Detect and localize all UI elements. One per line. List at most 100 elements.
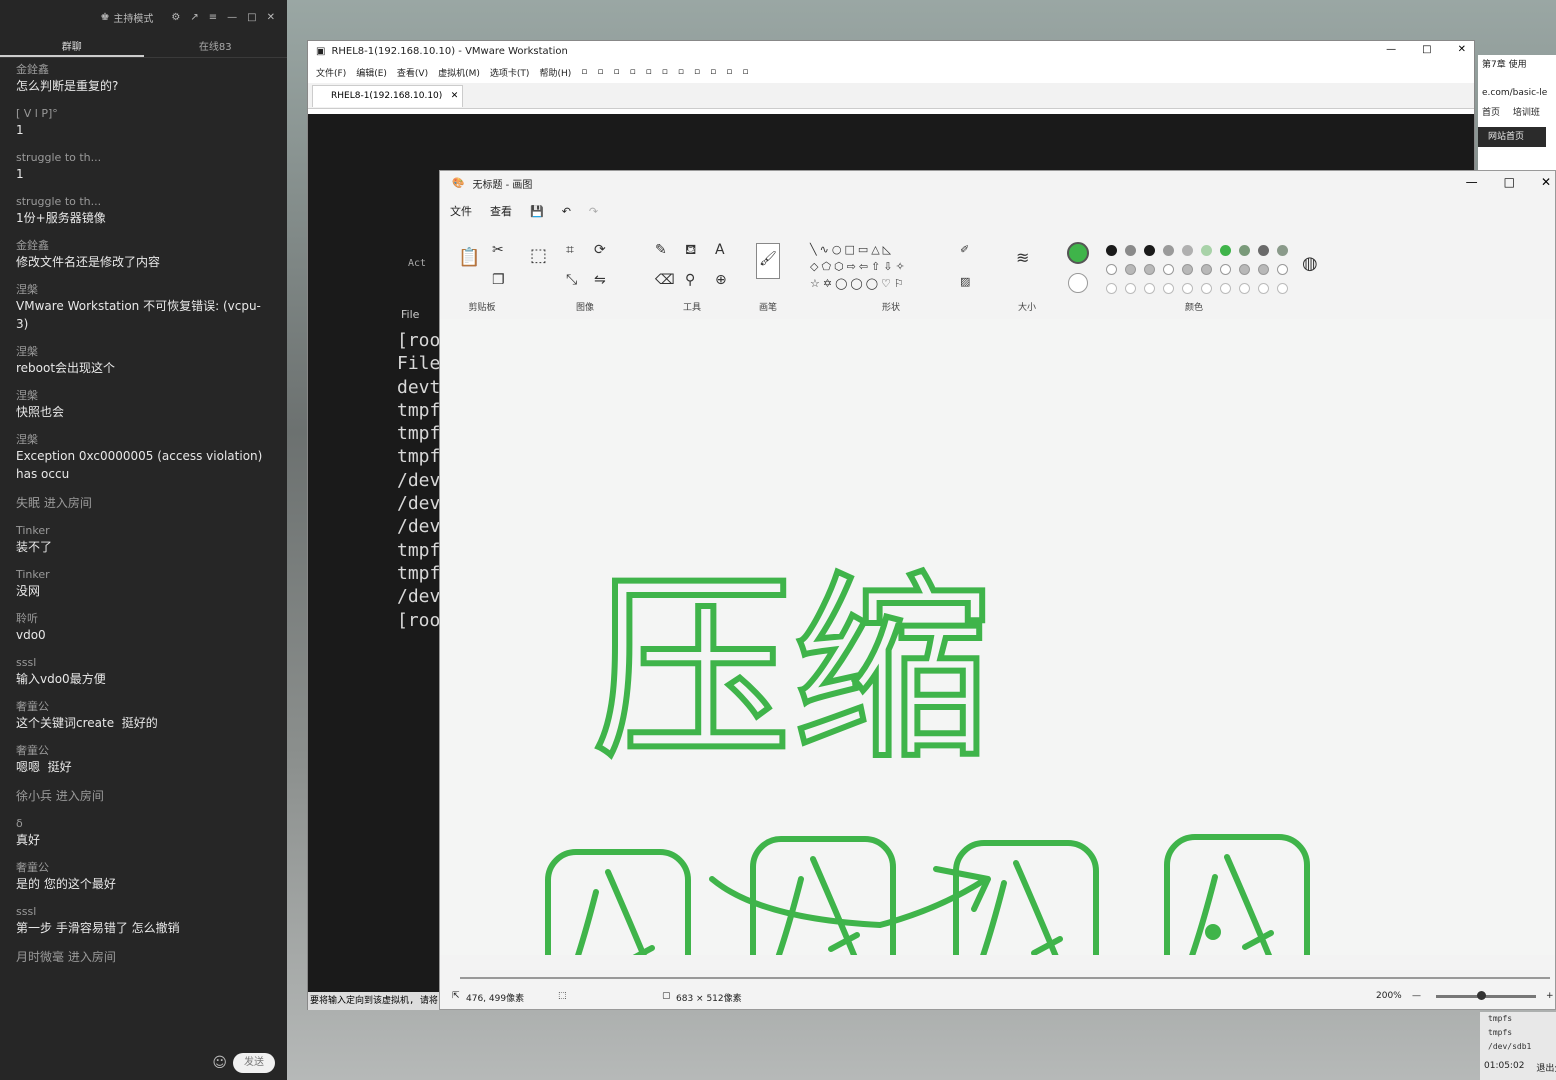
crop-icon[interactable]: ⌗ xyxy=(566,243,574,257)
message-sender[interactable]: δ xyxy=(16,816,271,831)
palette-color[interactable] xyxy=(1182,245,1193,256)
palette-color[interactable] xyxy=(1277,264,1288,275)
palette-color[interactable] xyxy=(1163,283,1174,294)
fill-style-icon[interactable]: ▨ xyxy=(960,275,970,289)
palette-color[interactable] xyxy=(1220,264,1231,275)
palette-color[interactable] xyxy=(1201,283,1212,294)
flip-icon[interactable]: ⇋ xyxy=(594,273,606,287)
zoom-in-icon[interactable]: + xyxy=(1546,991,1554,1001)
palette-color[interactable] xyxy=(1125,245,1136,256)
menu-icon[interactable]: ≡ xyxy=(209,12,217,23)
send-button[interactable]: 发送 xyxy=(233,1053,275,1073)
palette-color[interactable] xyxy=(1239,283,1250,294)
message-sender[interactable]: 涅槃 xyxy=(16,282,271,297)
message-sender[interactable]: struggle to th... xyxy=(16,150,271,165)
message-sender[interactable]: [ V l P]° xyxy=(16,106,271,121)
popout-icon[interactable]: ↗ xyxy=(190,12,198,23)
palette-color[interactable] xyxy=(1258,264,1269,275)
nav-home[interactable]: 首页 xyxy=(1482,108,1500,118)
palette-color[interactable] xyxy=(1125,283,1136,294)
vm-menu-item[interactable]: 选项卡(T) xyxy=(490,66,530,79)
palette-color[interactable] xyxy=(1239,245,1250,256)
palette-color[interactable] xyxy=(1106,283,1117,294)
palette-color[interactable] xyxy=(1182,264,1193,275)
minimize-icon[interactable]: — xyxy=(1466,175,1478,189)
close-icon[interactable]: ✕ xyxy=(1541,175,1551,189)
resize-icon[interactable]: ⤡ xyxy=(566,273,577,287)
console-icon[interactable]: ▫ xyxy=(678,67,684,77)
palette-color[interactable] xyxy=(1144,283,1155,294)
browser-tab[interactable]: 第7章 使用 xyxy=(1478,55,1556,75)
edit-colors-icon[interactable]: ◍ xyxy=(1302,255,1318,273)
outline-icon[interactable]: ✐ xyxy=(960,243,969,257)
magnifier-icon[interactable]: ⊕ xyxy=(715,273,727,287)
message-sender[interactable]: Tinker xyxy=(16,523,271,538)
close-icon[interactable]: ✕ xyxy=(1458,44,1466,55)
message-sender[interactable]: 金銓鑫 xyxy=(16,238,271,253)
palette-color[interactable] xyxy=(1201,264,1212,275)
zoom-slider-handle[interactable] xyxy=(1477,991,1486,1000)
maximize-icon[interactable]: □ xyxy=(1422,44,1431,55)
message-sender[interactable]: 涅槃 xyxy=(16,432,271,447)
emoji-icon[interactable]: ☺ xyxy=(212,1055,227,1071)
vm-menu-item[interactable]: 虚拟机(M) xyxy=(438,66,480,79)
close-icon[interactable]: ✕ xyxy=(267,12,275,23)
tab-group-chat[interactable]: 群聊 xyxy=(0,34,144,57)
message-sender[interactable]: 涅槃 xyxy=(16,388,271,403)
text-icon[interactable]: A xyxy=(715,243,725,257)
message-sender[interactable]: sssl xyxy=(16,904,271,919)
nav-training[interactable]: 培训班 xyxy=(1513,108,1540,118)
minimize-icon[interactable]: — xyxy=(1386,44,1396,55)
message-sender[interactable]: sssl xyxy=(16,655,271,670)
paste-icon[interactable]: 📋 xyxy=(458,249,480,267)
palette-color[interactable] xyxy=(1239,264,1250,275)
unity-icon[interactable]: ▫ xyxy=(710,67,716,77)
host-mode[interactable]: ♚ 主持模式 xyxy=(100,10,153,25)
settings-icon[interactable]: ⚙ xyxy=(171,12,180,23)
palette-color[interactable] xyxy=(1277,245,1288,256)
stretch-icon[interactable]: ▫ xyxy=(742,67,748,77)
rotate-icon[interactable]: ⟳ xyxy=(594,243,606,257)
maximize-icon[interactable]: □ xyxy=(1504,175,1515,189)
zoom-out-icon[interactable]: — xyxy=(1412,991,1421,1001)
vm-menu-item[interactable]: 查看(V) xyxy=(397,66,428,79)
cut-icon[interactable]: ✂ xyxy=(492,243,504,257)
menu-view[interactable]: 查看 xyxy=(490,203,512,219)
palette-color[interactable] xyxy=(1258,283,1269,294)
color-picker-icon[interactable]: ⚲ xyxy=(685,273,695,287)
horizontal-scrollbar[interactable] xyxy=(460,977,1550,979)
maximize-icon[interactable]: □ xyxy=(247,12,256,23)
vm-menu-item[interactable]: 编辑(E) xyxy=(356,66,387,79)
palette-color[interactable] xyxy=(1144,245,1155,256)
fill-icon[interactable]: ⛾ xyxy=(685,243,696,257)
zoom-slider[interactable] xyxy=(1436,995,1536,998)
palette-color[interactable] xyxy=(1277,283,1288,294)
palette-color[interactable] xyxy=(1220,283,1231,294)
vm-menu-item[interactable]: 帮助(H) xyxy=(539,66,571,79)
message-sender[interactable]: 奢童公 xyxy=(16,699,271,714)
snapshot-manager-icon[interactable]: ▫ xyxy=(646,67,652,77)
palette-color[interactable] xyxy=(1106,245,1117,256)
eraser-icon[interactable]: ⌫ xyxy=(655,273,675,287)
save-icon[interactable]: 💾 xyxy=(530,205,544,218)
message-sender[interactable]: 奢童公 xyxy=(16,860,271,875)
fullscreen-icon[interactable]: ▫ xyxy=(694,67,700,77)
palette-color[interactable] xyxy=(1106,264,1117,275)
select-icon[interactable]: ⬚ xyxy=(530,247,547,265)
file-menu-label[interactable]: File xyxy=(401,308,419,321)
message-sender[interactable]: Tinker xyxy=(16,567,271,582)
view-icon[interactable]: ▫ xyxy=(662,67,668,77)
color-1-swatch[interactable] xyxy=(1067,242,1089,264)
palette-color[interactable] xyxy=(1182,283,1193,294)
site-home-button[interactable]: 网站首页 xyxy=(1478,127,1546,147)
palette-color[interactable] xyxy=(1125,264,1136,275)
pencil-icon[interactable]: ✎ xyxy=(655,243,667,257)
shapes-gallery-icon[interactable]: ╲∿○□▭△◺ ◇⬠⬡⇨⇦⇧⇩✧ ☆✡◯◯◯♡⚐ xyxy=(810,241,942,292)
menu-file[interactable]: 文件 xyxy=(450,203,472,219)
tab-online[interactable]: 在线83 xyxy=(144,34,288,57)
undo-icon[interactable]: ↶ xyxy=(562,205,571,218)
message-sender[interactable]: struggle to th... xyxy=(16,194,271,209)
redo-icon[interactable]: ↷ xyxy=(589,205,598,218)
terminal-icon[interactable]: ▫ xyxy=(726,67,732,77)
browser-url[interactable]: e.com/basic-le xyxy=(1478,83,1556,103)
